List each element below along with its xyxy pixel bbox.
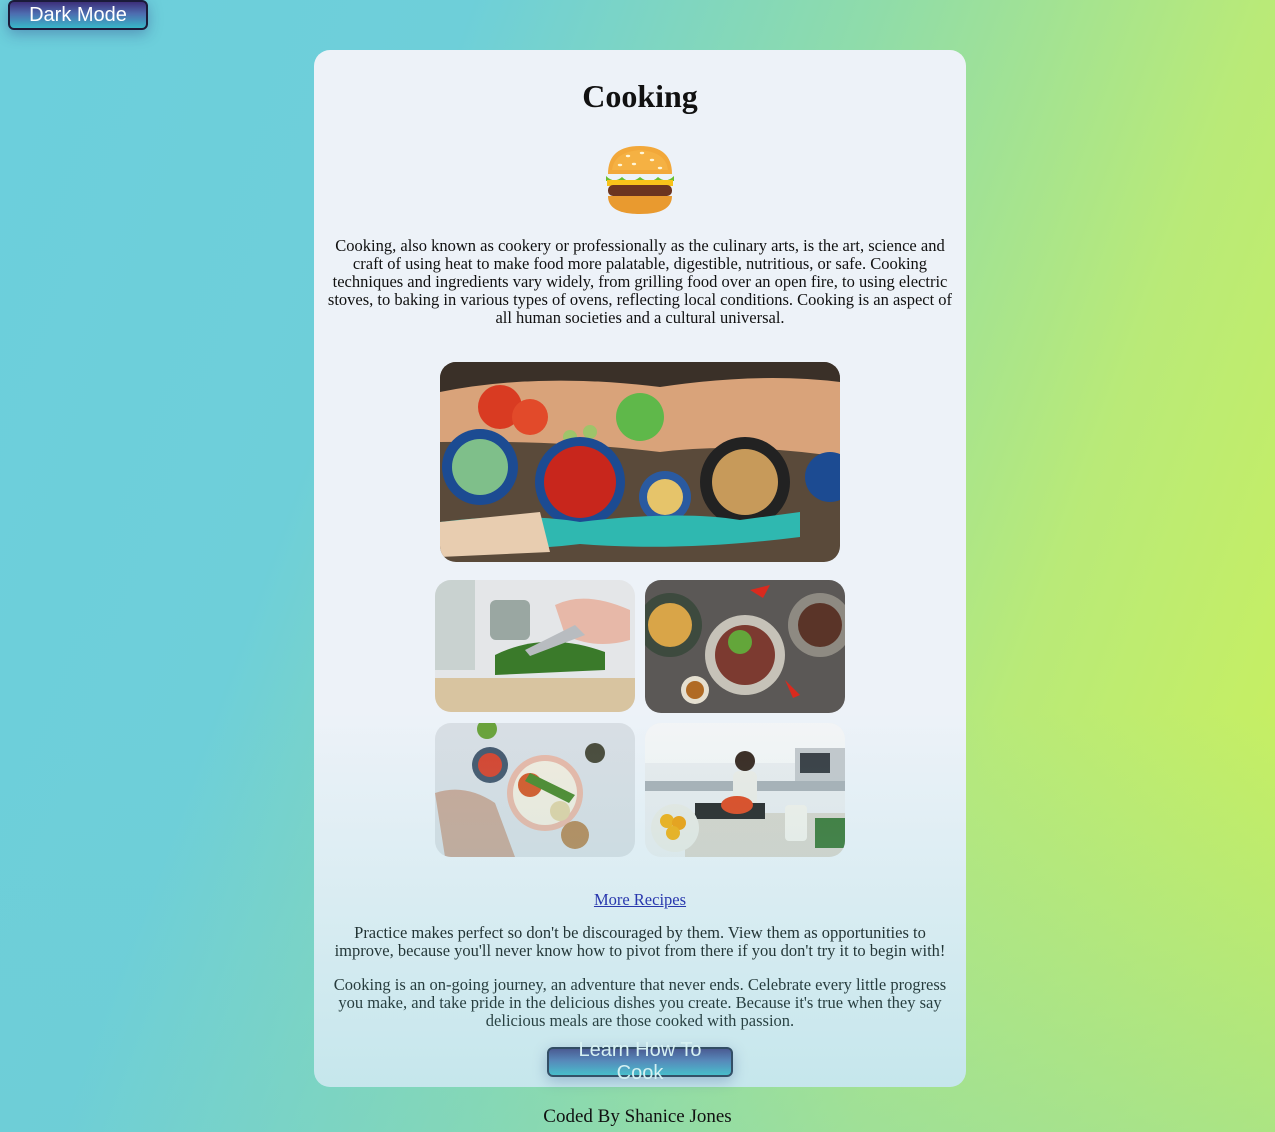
intro-text: Cooking, also known as cookery or profes… xyxy=(327,236,953,327)
plated-dishes-photo xyxy=(645,580,845,713)
burger-icon xyxy=(600,140,680,220)
dark-mode-button[interactable]: Dark Mode xyxy=(8,0,148,30)
healthy-bowl-photo xyxy=(435,723,635,857)
page-title: Cooking xyxy=(582,78,698,114)
content-card: Cooking Cooking, also known as cookery o… xyxy=(314,50,966,1087)
journey-paragraph: Cooking is an on-going journey, an adven… xyxy=(333,975,947,1030)
cooking-table-photo xyxy=(440,362,840,562)
footer-credit: Coded By Shanice Jones xyxy=(543,1106,732,1127)
chopping-herbs-photo xyxy=(435,580,635,712)
practice-paragraph: Practice makes perfect so don't be disco… xyxy=(334,923,946,960)
more-recipes-container: More Recipes xyxy=(314,890,966,910)
learn-how-to-cook-button[interactable]: Learn How To Cook xyxy=(547,1039,733,1084)
more-recipes-link[interactable]: More Recipes xyxy=(594,890,686,909)
woman-cooking-photo xyxy=(645,723,845,857)
